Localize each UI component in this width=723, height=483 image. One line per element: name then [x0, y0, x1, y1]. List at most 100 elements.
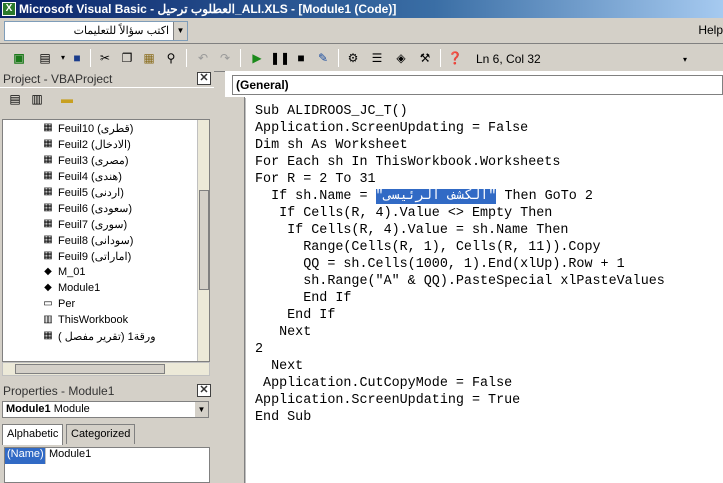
code-text: Then GoTo 2 [496, 189, 593, 204]
tree-item-label: Per [58, 298, 76, 310]
property-tabs: Alphabetic Categorized [2, 424, 214, 445]
save-icon[interactable]: ■ [68, 49, 86, 67]
tree-vertical-scrollbar[interactable] [197, 120, 209, 361]
tree-item[interactable]: ▦ Feuil6 (سعودى) [41, 200, 132, 216]
code-text: If Cells(R, 4).Value = sh.Name Then [255, 223, 569, 238]
code-text: If sh.Name = [255, 189, 376, 204]
code-line[interactable]: End If [255, 307, 335, 324]
project-explorer-icon[interactable]: ⚙ [344, 49, 362, 67]
view-code-icon[interactable]: ▤ [6, 90, 24, 108]
code-line[interactable]: Range(Cells(R, 1), Cells(R, 11)).Copy [255, 239, 600, 256]
tree-item[interactable]: ▥ ThisWorkbook [41, 312, 128, 328]
window-title: Microsoft Visual Basic - العطلوب ترحيل_A… [19, 2, 397, 16]
tree-item[interactable]: ▦ ورقة1 (تقرير مفصل ) [41, 328, 155, 344]
code-line[interactable]: Next [255, 358, 303, 375]
tab-categorized[interactable]: Categorized [66, 424, 136, 444]
toolbox-icon[interactable]: ⚒ [416, 49, 434, 67]
code-line[interactable]: QQ = sh.Cells(1000, 1).End(xlUp).Row + 1 [255, 256, 625, 273]
ask-question-placeholder: اكتب سؤالاً للتعليمات [73, 25, 169, 37]
reset-icon[interactable]: ■ [292, 49, 310, 67]
code-line[interactable]: For Each sh In ThisWorkbook.Worksheets [255, 154, 560, 171]
standard-toolbar: ▣ ▤ ▾ ■ ✂ ❐ ▦ ⚲ ↶ ↷ ▶ ❚❚ ■ ✎ ⚙ ☰ ◈ ⚒ ❓ L… [0, 45, 723, 72]
tab-alphabetic[interactable]: Alphabetic [2, 424, 64, 445]
property-name: (Name) [5, 448, 45, 464]
tree-horizontal-scrollbar[interactable] [2, 362, 210, 376]
code-line[interactable]: 2 [255, 341, 263, 358]
code-line[interactable]: For R = 2 To 31 [255, 171, 376, 188]
worksheet-icon: ▦ [43, 154, 53, 165]
break-icon[interactable]: ❚❚ [270, 49, 290, 67]
form-icon: ▭ [43, 298, 53, 309]
close-icon[interactable]: ✕ [197, 384, 211, 397]
help-icon[interactable]: ❓ [446, 49, 464, 67]
code-line[interactable]: Dim sh As Worksheet [255, 137, 408, 154]
project-explorer-panel: Project - VBAProject ✕ ▤ ▥ ▬ ▦ Feuil10 (ق… [0, 71, 214, 383]
code-line[interactable]: Application.CutCopyMode = False [255, 375, 512, 392]
code-line[interactable]: If Cells(R, 4).Value = sh.Name Then [255, 222, 568, 239]
copy-icon[interactable]: ❐ [118, 49, 136, 67]
undo-icon[interactable]: ↶ [194, 49, 212, 67]
tree-item[interactable]: ▦ Feuil10 (قطرى) [41, 120, 133, 136]
object-browser-icon[interactable]: ◈ [392, 49, 410, 67]
property-row[interactable]: (Name) Module1 [5, 448, 209, 464]
tree-item-label: Module1 [58, 282, 101, 294]
tree-item[interactable]: ▦ Feuil9 (اماراتى) [41, 248, 131, 264]
tree-item[interactable]: ▦ Feuil2 (الادخال) [41, 136, 131, 152]
run-icon[interactable]: ▶ [248, 49, 266, 67]
margin-indicator-bar[interactable] [225, 97, 245, 483]
tree-item[interactable]: ◆ M_01 [41, 264, 85, 280]
code-line[interactable]: Application.ScreenUpdating = True [255, 392, 520, 409]
selected-text[interactable]: "الكشف الرئيسى" [375, 189, 497, 204]
code-line[interactable]: If sh.Name = "الكشف الرئيسى" Then GoTo 2 [255, 188, 593, 205]
scroll-thumb[interactable] [15, 364, 165, 374]
ask-question-box[interactable]: اكتب سؤالاً للتعليمات ▼ [4, 21, 188, 41]
cut-icon[interactable]: ✂ [96, 49, 114, 67]
tree-item[interactable]: ◆ Module1 [41, 280, 100, 296]
code-text: End If [255, 308, 336, 323]
code-editor[interactable]: Sub ALIDROOS_JC_T() Application.ScreenUpd… [245, 98, 723, 483]
properties-window-icon[interactable]: ☰ [368, 49, 386, 67]
chevron-down-icon[interactable]: ▼ [195, 402, 208, 417]
property-value[interactable]: Module1 [45, 448, 209, 464]
worksheet-icon: ▦ [43, 138, 53, 149]
paste-icon[interactable]: ▦ [140, 49, 158, 67]
insert-userform-icon[interactable]: ▤ [36, 49, 54, 67]
chevron-down-icon[interactable]: ▼ [173, 22, 187, 40]
object-dropdown[interactable]: (General) [232, 75, 723, 95]
code-line[interactable]: sh.Range("A" & QQ).PasteSpecial xlPasteV… [255, 273, 665, 290]
code-line[interactable]: If Cells(R, 4).Value <> Empty Then [255, 205, 552, 222]
worksheet-icon: ▦ [43, 186, 53, 197]
view-object-icon[interactable]: ▥ [28, 90, 46, 108]
design-mode-icon[interactable]: ✎ [314, 49, 332, 67]
toggle-folders-icon[interactable]: ▬ [58, 90, 76, 108]
code-text: Next [255, 325, 312, 340]
object-type: Module [53, 403, 90, 415]
code-text: Dim sh As Worksheet [255, 138, 408, 153]
tree-item-label: Feuil2 (الادخال) [58, 138, 131, 151]
code-text: 2 [255, 342, 264, 357]
tree-item[interactable]: ▦ Feuil3 (مصرى) [41, 152, 128, 168]
scroll-thumb[interactable] [199, 190, 209, 290]
code-text: QQ = sh.Cells(1000, 1).End(xlUp).Row + 1 [255, 257, 625, 272]
object-selector[interactable]: Module1 Module ▼ [2, 401, 209, 418]
view-excel-icon[interactable]: ▣ [10, 49, 28, 67]
code-line[interactable]: Application.ScreenUpdating = False [255, 120, 528, 137]
tree-item[interactable]: ▦ Feuil7 (سورى) [41, 216, 127, 232]
tree-item[interactable]: ▭ Per [41, 296, 75, 312]
code-text: End If [255, 291, 352, 306]
code-line[interactable]: End Sub [255, 409, 311, 426]
find-icon[interactable]: ⚲ [162, 49, 180, 67]
tree-item[interactable]: ▦ Feuil8 (سودانى) [41, 232, 133, 248]
code-line[interactable]: Next [255, 324, 311, 341]
worksheet-icon: ▦ [43, 218, 53, 229]
menu-help[interactable]: Help [698, 23, 723, 37]
tree-item-label: Feuil10 (قطرى) [58, 122, 134, 135]
tree-item[interactable]: ▦ Feuil4 (هندى) [41, 168, 122, 184]
close-icon[interactable]: ✕ [197, 72, 211, 85]
code-line[interactable]: End If [255, 290, 351, 307]
code-line[interactable]: Sub ALIDROOS_JC_T() [255, 103, 408, 120]
vba-app-icon: X [2, 2, 16, 16]
redo-icon[interactable]: ↷ [216, 49, 234, 67]
tree-item[interactable]: ▦ Feuil5 (اردنى) [41, 184, 124, 200]
toolbar-options-icon[interactable]: ▾ [683, 55, 693, 67]
